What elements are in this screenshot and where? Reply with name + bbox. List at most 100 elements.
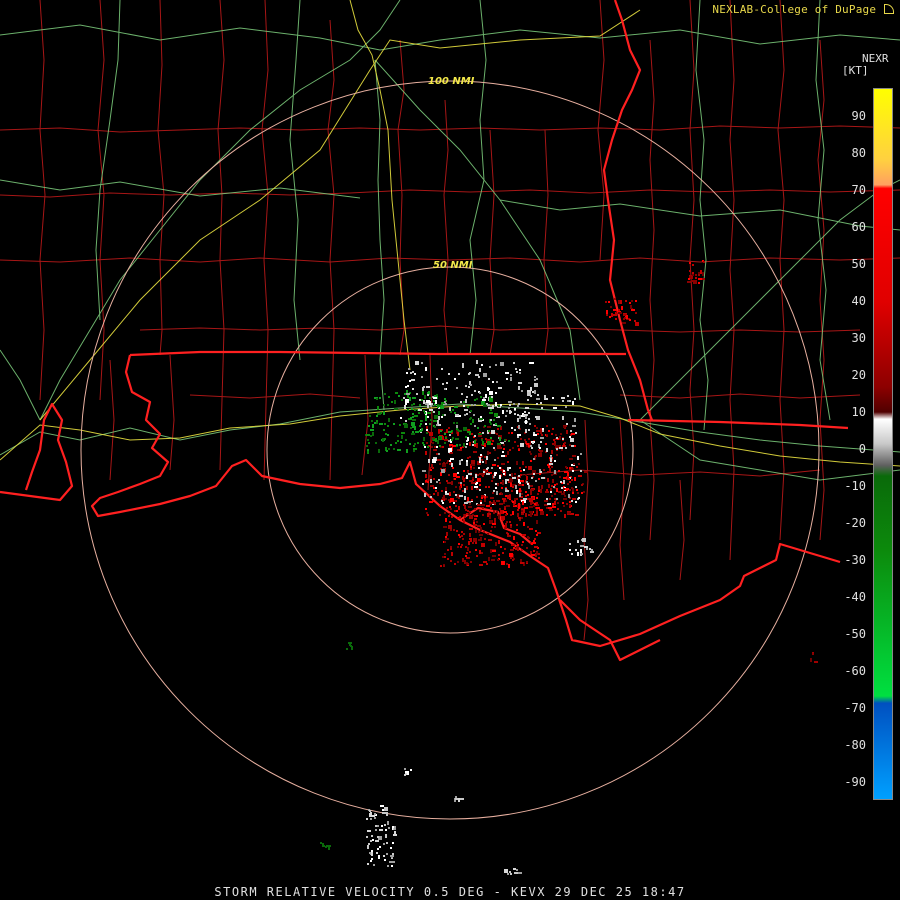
radar-return-pixel <box>469 456 471 458</box>
radar-return-pixel <box>374 817 376 819</box>
radar-return-pixel <box>479 510 481 512</box>
radar-return-pixel <box>687 281 691 283</box>
radar-return-pixel <box>534 538 536 540</box>
radar-return-pixel <box>521 517 523 519</box>
radar-return-pixel <box>441 416 443 418</box>
radar-return-pixel <box>469 511 471 513</box>
radar-return-pixel <box>387 425 389 427</box>
radar-return-pixel <box>527 498 529 500</box>
radar-return-pixel <box>505 523 507 527</box>
radar-return-pixel <box>575 549 577 551</box>
radar-return-pixel <box>423 444 425 446</box>
radar-return-pixel <box>502 498 506 500</box>
radar-return-pixel <box>453 422 455 424</box>
radar-return-pixel <box>397 449 401 451</box>
radar-return-pixel <box>606 310 608 314</box>
scale-tick-label: 20 <box>851 368 866 382</box>
radar-return-pixel <box>480 416 482 418</box>
radar-return-pixel <box>503 448 505 450</box>
radar-return-pixel <box>428 459 430 463</box>
radar-return-pixel <box>507 533 509 535</box>
radar-return-pixel <box>497 428 499 430</box>
radar-return-pixel <box>446 532 448 536</box>
radar-return-pixel <box>436 394 438 396</box>
radar-return-pixel <box>439 463 441 465</box>
radar-return-pixel <box>508 432 510 434</box>
radar-return-pixel <box>472 542 474 544</box>
radar-return-pixel <box>475 529 477 533</box>
radar-return-pixel <box>469 533 471 537</box>
credit-label: NEXLAB-College of DuPage <box>712 3 894 16</box>
radar-return-pixel <box>573 463 575 465</box>
radar-return-pixel <box>411 379 415 381</box>
radar-return-pixel <box>454 563 456 565</box>
radar-return-pixel <box>449 513 451 515</box>
radar-return-pixel <box>452 437 454 439</box>
radar-return-pixel <box>629 302 631 304</box>
radar-return-pixel <box>459 415 461 417</box>
radar-return-pixel <box>540 437 544 439</box>
radar-return-pixel <box>468 513 470 515</box>
radar-return-pixel <box>620 300 622 304</box>
radar-return-pixel <box>515 485 517 489</box>
radar-return-pixel <box>457 517 459 519</box>
radar-return-pixel <box>489 398 493 402</box>
radar-return-pixel <box>444 556 446 558</box>
radar-return-pixel <box>519 488 521 492</box>
radar-return-pixel <box>527 399 529 401</box>
radar-return-pixel <box>460 798 464 800</box>
radar-return-pixel <box>613 309 617 311</box>
radar-return-pixel <box>477 474 479 476</box>
radar-return-pixel <box>635 300 637 302</box>
radar-return-pixel <box>457 429 459 431</box>
radar-return-pixel <box>529 443 531 445</box>
radar-return-pixel <box>463 401 465 403</box>
radar-return-pixel <box>502 451 504 453</box>
radar-return-pixel <box>461 535 463 537</box>
radar-return-pixel <box>577 552 579 556</box>
radar-return-pixel <box>530 362 534 364</box>
radar-return-pixel <box>478 435 482 437</box>
radar-return-pixel <box>414 373 416 375</box>
radar-return-pixel <box>530 489 534 491</box>
radar-return-pixel <box>431 446 433 448</box>
radar-return-pixel <box>453 491 455 493</box>
radar-return-pixel <box>437 405 439 407</box>
radar-return-pixel <box>564 442 566 444</box>
radar-return-pixel <box>466 513 468 515</box>
radar-return-pixel <box>693 280 697 284</box>
radar-return-pixel <box>581 492 583 494</box>
radar-return-pixel <box>350 645 352 647</box>
radar-return-pixel <box>538 486 540 490</box>
radar-return-pixel <box>412 416 414 418</box>
radar-return-pixel <box>615 318 617 320</box>
radar-return-pixel <box>569 436 571 438</box>
radar-return-pixel <box>572 401 574 405</box>
radar-return-pixel <box>524 439 526 441</box>
radar-return-pixel <box>494 449 496 451</box>
radar-return-pixel <box>509 467 511 469</box>
radar-return-pixel <box>528 412 530 414</box>
radar-return-pixel <box>474 515 476 517</box>
radar-return-pixel <box>444 512 446 514</box>
radar-return-pixel <box>812 653 814 655</box>
radar-return-pixel <box>698 274 700 276</box>
radar-return-pixel <box>412 426 414 428</box>
radar-return-pixel <box>401 399 403 401</box>
radar-return-pixel <box>557 502 559 504</box>
radar-return-pixel <box>548 430 550 432</box>
radar-return-pixel <box>424 395 426 399</box>
radar-return-pixel <box>569 400 571 402</box>
radar-return-pixel <box>513 547 515 549</box>
radar-return-pixel <box>506 378 508 380</box>
radar-return-pixel <box>518 484 522 486</box>
radar-return-pixel <box>537 493 539 495</box>
radar-return-pixel <box>377 836 379 838</box>
radar-return-pixel <box>384 807 388 811</box>
radar-return-pixel <box>554 470 556 474</box>
radar-return-pixel <box>384 824 386 826</box>
radar-return-pixel <box>524 411 526 413</box>
radar-return-pixel <box>546 448 548 452</box>
radar-return-pixel <box>480 454 482 456</box>
radar-return-pixel <box>430 419 432 421</box>
